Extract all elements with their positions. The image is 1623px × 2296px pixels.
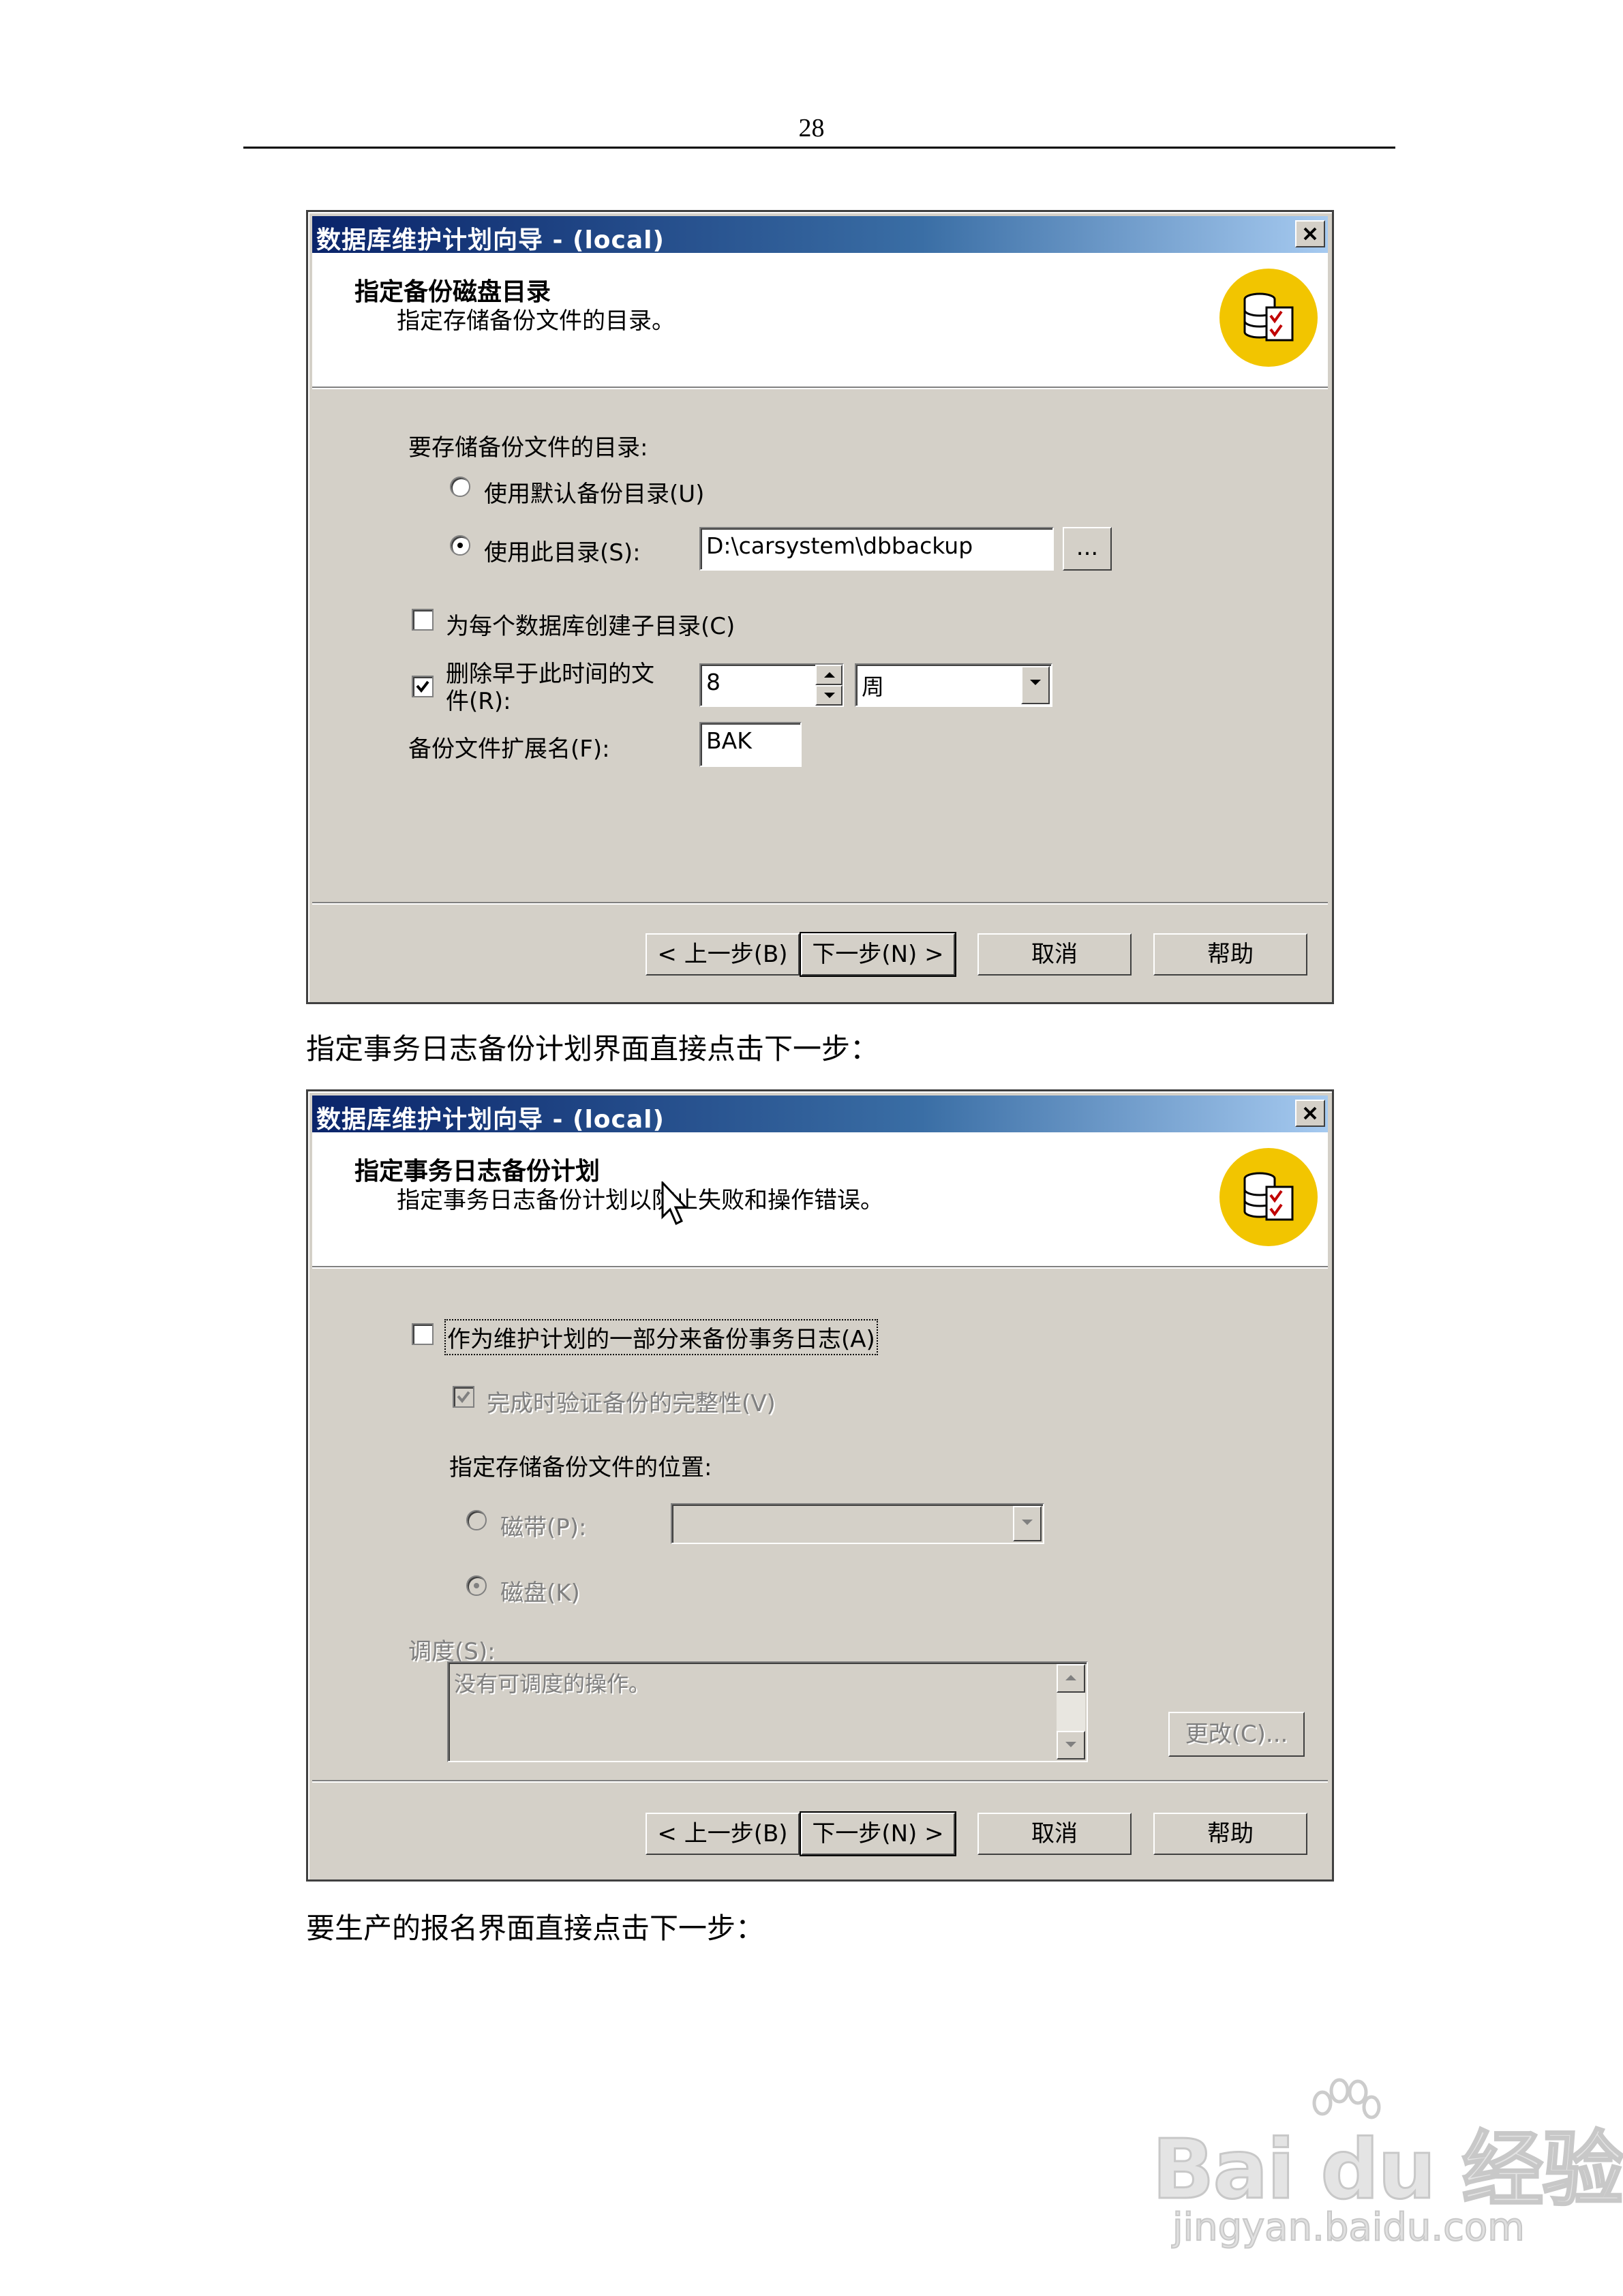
header-separator (312, 1266, 1328, 1269)
down-arrow-icon (824, 693, 835, 698)
next-button[interactable]: 下一步(N) > (800, 1811, 956, 1856)
default-directory-radio[interactable] (450, 477, 470, 497)
extension-input[interactable]: BAK (699, 722, 802, 767)
wizard-header: 指定备份磁盘目录 指定存储备份文件的目录。 (312, 253, 1328, 387)
dropdown-button[interactable] (1013, 1506, 1042, 1541)
default-directory-label[interactable]: 使用默认备份目录(U) (484, 475, 704, 509)
delete-old-files-label-line2[interactable]: 件(R): (446, 682, 511, 716)
directory-path-input[interactable]: D:\carsystem\dbbackup (699, 527, 1054, 571)
verify-integrity-label[interactable]: 完成时验证备份的完整性(V) (487, 1385, 776, 1418)
tape-radio[interactable] (466, 1510, 487, 1530)
window-title: 数据库维护计划向导 - (local) (316, 226, 665, 254)
backup-log-label[interactable]: 作为维护计划的一部分来备份事务日志(A) (444, 1319, 878, 1355)
tape-label[interactable]: 磁带(P): (500, 1509, 587, 1542)
backup-directory-dialog: 数据库维护计划向导 - (local) 指定备份磁盘目录 指定存储备份文件的目录… (306, 210, 1334, 1004)
disk-radio[interactable] (466, 1575, 487, 1596)
create-subdirectory-checkbox[interactable] (412, 609, 434, 631)
back-button[interactable]: < 上一步(B) (646, 1813, 800, 1855)
tape-device-select[interactable] (671, 1503, 1044, 1544)
window-title: 数据库维护计划向导 - (local) (316, 1106, 665, 1134)
baidu-jingyan-watermark: Bai du 经验 jingyan.baidu.com (1151, 2076, 1623, 2250)
delete-unit-value: 周 (862, 674, 884, 700)
caption-transaction-log: 指定事务日志备份计划界面直接点击下一步： (306, 1032, 879, 1066)
header-rule (243, 147, 1395, 149)
verify-integrity-checkbox[interactable] (453, 1386, 474, 1408)
scroll-up-button[interactable] (1057, 1664, 1085, 1693)
footer-separator (312, 902, 1328, 905)
up-arrow-icon (1065, 1675, 1076, 1680)
this-directory-radio[interactable] (450, 535, 470, 556)
close-button[interactable] (1295, 220, 1325, 247)
schedule-textbox[interactable]: 没有可调度的操作。 (447, 1661, 1088, 1762)
browse-button[interactable]: ... (1063, 527, 1112, 571)
checkmark-icon (416, 680, 429, 693)
wizard-header: 指定事务日志备份计划 指定事务日志备份计划以防止失败和操作错误。 (312, 1132, 1328, 1266)
back-button[interactable]: < 上一步(B) (646, 933, 800, 976)
delete-age-stepper[interactable]: 8 (699, 663, 844, 707)
help-button[interactable]: 帮助 (1153, 1813, 1307, 1855)
delete-age-value: 8 (706, 669, 721, 695)
transaction-log-dialog: 数据库维护计划向导 - (local) 指定事务日志备份计划 指定事务日志备份计… (306, 1089, 1334, 1882)
checkmark-icon (457, 1391, 470, 1404)
delete-old-files-checkbox[interactable] (412, 676, 434, 697)
close-icon (1303, 1106, 1317, 1120)
disk-label[interactable]: 磁盘(K) (500, 1574, 580, 1607)
close-icon (1303, 227, 1317, 241)
location-label: 指定存储备份文件的位置: (449, 1454, 712, 1481)
dropdown-button[interactable] (1021, 666, 1050, 704)
spin-down-button[interactable] (815, 685, 843, 706)
help-button[interactable]: 帮助 (1153, 933, 1307, 976)
close-button[interactable] (1295, 1100, 1325, 1127)
backup-log-checkbox[interactable] (412, 1323, 434, 1345)
create-subdirectory-label[interactable]: 为每个数据库创建子目录(C) (446, 607, 735, 641)
extension-label: 备份文件扩展名(F): (408, 736, 610, 763)
database-backup-icon (1219, 1148, 1318, 1246)
watermark-brand: Bai du 经验 (1151, 2122, 1623, 2219)
chevron-down-icon (1030, 680, 1041, 685)
watermark-url: jingyan.baidu.com (1172, 2205, 1526, 2250)
footer-separator (312, 1780, 1328, 1783)
header-subtitle: 指定事务日志备份计划以防止失败和操作错误。 (397, 1187, 883, 1214)
mouse-cursor-icon (661, 1181, 688, 1226)
delete-unit-select[interactable]: 周 (855, 663, 1052, 707)
schedule-text: 没有可调度的操作。 (454, 1671, 651, 1697)
database-backup-icon (1219, 269, 1318, 367)
page-number: 28 (798, 114, 825, 142)
scroll-down-button[interactable] (1057, 1731, 1085, 1759)
title-bar: 数据库维护计划向导 - (local) (312, 216, 1328, 254)
cancel-button[interactable]: 取消 (977, 933, 1132, 976)
header-subtitle: 指定存储备份文件的目录。 (397, 307, 675, 335)
down-arrow-icon (1065, 1742, 1076, 1747)
caption-report: 要生产的报名界面直接点击下一步： (306, 1912, 765, 1945)
title-bar: 数据库维护计划向导 - (local) (312, 1096, 1328, 1134)
header-separator (312, 387, 1328, 389)
cancel-button[interactable]: 取消 (977, 1813, 1132, 1855)
change-schedule-button[interactable]: 更改(C)... (1168, 1712, 1305, 1757)
schedule-scrollbar[interactable] (1057, 1664, 1085, 1759)
chevron-down-icon (1022, 1520, 1033, 1525)
spin-up-button[interactable] (815, 665, 843, 685)
this-directory-label[interactable]: 使用此目录(S): (484, 534, 641, 567)
directory-label: 要存储备份文件的目录: (408, 434, 648, 462)
up-arrow-icon (824, 672, 835, 678)
next-button[interactable]: 下一步(N) > (800, 932, 956, 977)
